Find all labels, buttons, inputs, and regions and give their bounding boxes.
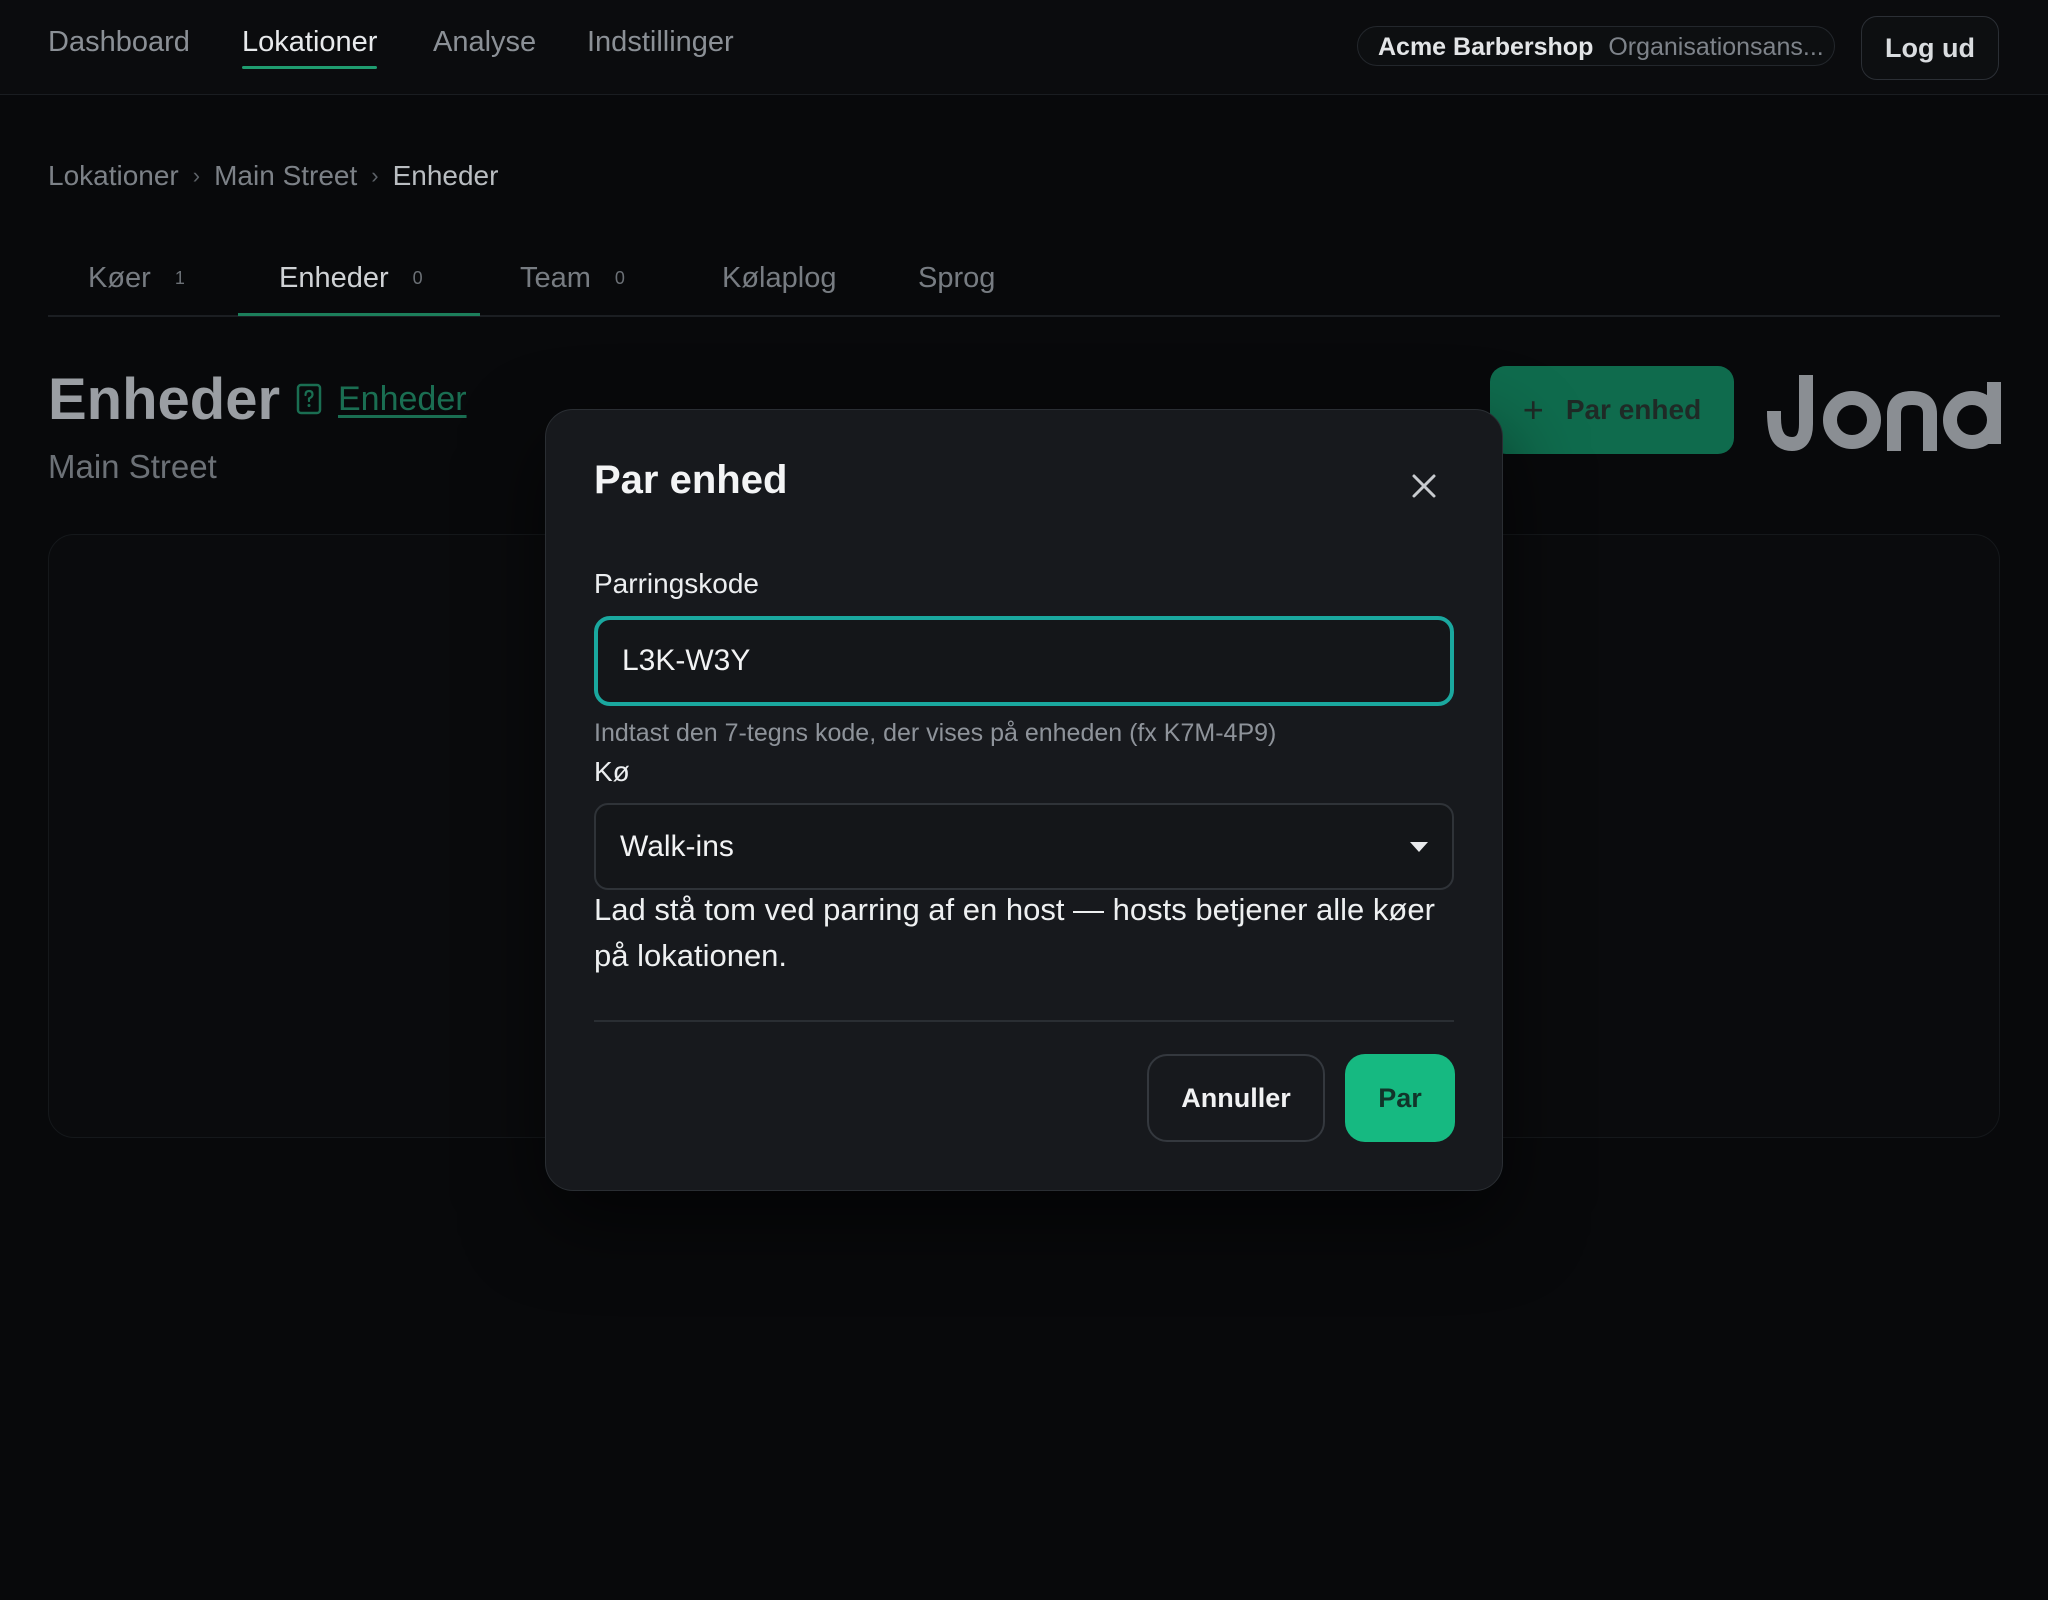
page-title: Enheder (48, 367, 281, 432)
breadcrumb-location[interactable]: Main Street (214, 160, 357, 192)
nav-dashboard[interactable]: Dashboard (48, 26, 190, 59)
tab-label: Team (520, 262, 591, 294)
tab-team[interactable]: Team 0 (520, 262, 625, 295)
pair-device-label: Par enhed (1565, 394, 1702, 425)
tab-label: Køer (88, 262, 151, 294)
brand-logo (1766, 375, 2002, 452)
pairing-code-label: Parringskode (594, 568, 759, 599)
tab-devices[interactable]: Enheder 0 (279, 262, 423, 295)
close-icon[interactable] (1408, 470, 1440, 502)
tab-count: 0 (412, 268, 423, 288)
queue-label: Kø (594, 756, 630, 787)
tab-language[interactable]: Sprog (918, 262, 995, 295)
pair-device-modal: Par enhed Parringskode Indtast den 7-teg… (545, 409, 1503, 1191)
org-name: Acme Barbershop (1378, 33, 1594, 61)
nav-locations[interactable]: Lokationer (242, 26, 378, 69)
plus-icon: + (1522, 389, 1544, 430)
pairing-code-input[interactable] (594, 616, 1454, 706)
org-role: Organisationsans... (1608, 33, 1824, 61)
queue-selected-value: Walk-ins (620, 829, 734, 863)
tab-count: 1 (174, 268, 185, 288)
breadcrumb-separator-icon: › (192, 163, 201, 188)
tab-label: Enheder (279, 262, 389, 294)
location-tabs: Køer 1 Enheder 0 Team 0 Kølaplog Sprog (48, 250, 2000, 317)
tab-queues[interactable]: Køer 1 (88, 262, 185, 295)
nav-settings[interactable]: Indstillinger (587, 26, 734, 59)
org-switcher[interactable]: Acme Barbershop Organisationsans... (1357, 26, 1835, 66)
tab-queue-log[interactable]: Kølaplog (722, 262, 836, 295)
tab-label: Sprog (918, 262, 996, 294)
modal-divider (594, 1020, 1454, 1022)
tab-label: Kølaplog (722, 262, 837, 294)
pair-device-button[interactable]: + Par enhed (1490, 366, 1734, 454)
chevron-down-icon (1410, 841, 1428, 852)
pairing-code-hint: Indtast den 7-tegns kode, der vises på e… (594, 719, 1277, 747)
breadcrumb-separator-icon: › (371, 163, 379, 188)
breadcrumb: Lokationer › Main Street › Enheder (48, 160, 498, 192)
cancel-button[interactable]: Annuller (1147, 1054, 1325, 1142)
page-subtitle: Main Street (48, 448, 217, 485)
breadcrumb-current: Enheder (392, 160, 499, 191)
queue-help-text: Lad stå tom ved parring af en host — hos… (594, 892, 1435, 973)
tab-count: 0 (614, 268, 625, 288)
top-navbar: Dashboard Lokationer Analyse Indstilling… (0, 0, 2048, 95)
modal-title: Par enhed (594, 458, 788, 502)
breadcrumb-locations[interactable]: Lokationer (48, 160, 179, 192)
help-link[interactable]: Enheder (338, 380, 467, 419)
pair-submit-button[interactable]: Par (1345, 1054, 1455, 1142)
logout-button[interactable]: Log ud (1861, 16, 1999, 80)
active-tab-indicator (238, 313, 480, 316)
queue-select[interactable]: Walk-ins (594, 803, 1454, 890)
help-doc-icon (296, 383, 322, 415)
nav-analytics[interactable]: Analyse (433, 26, 536, 59)
